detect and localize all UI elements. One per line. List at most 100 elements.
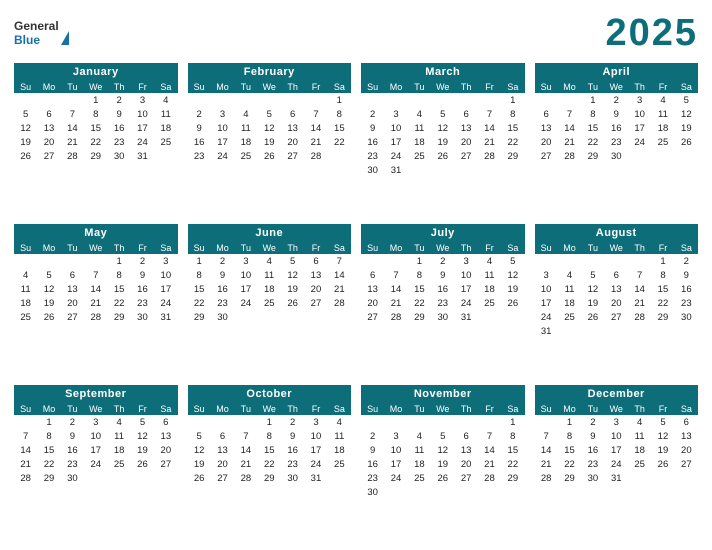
day-cell: 6 bbox=[61, 268, 84, 282]
day-cell: 23 bbox=[361, 149, 384, 163]
day-cell: 4 bbox=[408, 107, 431, 121]
day-of-week-label: Sa bbox=[675, 81, 698, 93]
day-of-week-label: We bbox=[258, 403, 281, 415]
day-headers: SuMoTuWeThFrSa bbox=[361, 242, 525, 254]
month-block-january: JanuarySuMoTuWeThFrSa1234567891011121314… bbox=[14, 63, 178, 216]
day-cell: 19 bbox=[14, 135, 37, 149]
day-cell: 4 bbox=[651, 93, 674, 107]
day-cell: 15 bbox=[581, 121, 604, 135]
empty-cell bbox=[234, 93, 257, 107]
day-cell: 24 bbox=[131, 135, 154, 149]
day-cell: 22 bbox=[37, 457, 60, 471]
day-of-week-label: We bbox=[431, 242, 454, 254]
empty-cell bbox=[188, 415, 211, 429]
day-of-week-label: Mo bbox=[558, 242, 581, 254]
day-cell: 23 bbox=[605, 135, 628, 149]
day-cell: 21 bbox=[384, 296, 407, 310]
empty-cell bbox=[211, 93, 234, 107]
day-of-week-label: Tu bbox=[408, 403, 431, 415]
day-cell: 4 bbox=[14, 268, 37, 282]
days-grid: 1234567891011121314151617181920212223242… bbox=[361, 93, 525, 177]
day-cell: 22 bbox=[408, 296, 431, 310]
day-cell: 2 bbox=[581, 415, 604, 429]
day-of-week-label: Mo bbox=[384, 81, 407, 93]
day-cell: 11 bbox=[408, 121, 431, 135]
day-cell: 17 bbox=[384, 457, 407, 471]
day-cell: 5 bbox=[431, 429, 454, 443]
day-cell: 21 bbox=[14, 457, 37, 471]
day-cell: 25 bbox=[328, 457, 351, 471]
day-cell: 25 bbox=[478, 296, 501, 310]
day-cell: 2 bbox=[61, 415, 84, 429]
days-grid: 1234567891011121314151617181920212223242… bbox=[14, 254, 178, 324]
day-cell: 8 bbox=[328, 107, 351, 121]
day-cell: 22 bbox=[501, 457, 524, 471]
day-cell: 19 bbox=[281, 282, 304, 296]
header: General Blue 2025 bbox=[14, 12, 698, 55]
month-header-october: October bbox=[188, 385, 352, 403]
day-of-week-label: Sa bbox=[675, 242, 698, 254]
day-of-week-label: Tu bbox=[61, 242, 84, 254]
day-cell: 10 bbox=[535, 282, 558, 296]
day-cell: 14 bbox=[328, 268, 351, 282]
empty-cell bbox=[234, 415, 257, 429]
day-cell: 20 bbox=[37, 135, 60, 149]
day-of-week-label: Fr bbox=[131, 403, 154, 415]
day-cell: 26 bbox=[281, 296, 304, 310]
days-grid: 1234567891011121314151617181920212223242… bbox=[361, 415, 525, 499]
day-cell: 18 bbox=[558, 296, 581, 310]
day-of-week-label: Sa bbox=[501, 242, 524, 254]
day-cell: 18 bbox=[328, 443, 351, 457]
day-cell: 31 bbox=[535, 324, 558, 338]
day-headers: SuMoTuWeThFrSa bbox=[14, 81, 178, 93]
day-cell: 20 bbox=[281, 135, 304, 149]
day-cell: 20 bbox=[454, 135, 477, 149]
day-cell: 15 bbox=[408, 282, 431, 296]
day-cell: 19 bbox=[188, 457, 211, 471]
day-cell: 16 bbox=[188, 135, 211, 149]
page: General Blue 2025 JanuarySuMoTuWeThFrSa1… bbox=[0, 0, 712, 550]
day-cell: 27 bbox=[61, 310, 84, 324]
day-cell: 15 bbox=[107, 282, 130, 296]
day-cell: 1 bbox=[188, 254, 211, 268]
day-cell: 11 bbox=[478, 268, 501, 282]
day-cell: 25 bbox=[408, 471, 431, 485]
day-cell: 1 bbox=[107, 254, 130, 268]
empty-cell bbox=[188, 93, 211, 107]
day-cell: 31 bbox=[454, 310, 477, 324]
empty-cell bbox=[384, 254, 407, 268]
day-cell: 12 bbox=[431, 443, 454, 457]
day-cell: 17 bbox=[384, 135, 407, 149]
day-of-week-label: Sa bbox=[675, 403, 698, 415]
empty-cell bbox=[535, 254, 558, 268]
day-cell: 12 bbox=[581, 282, 604, 296]
day-of-week-label: Su bbox=[14, 242, 37, 254]
day-cell: 6 bbox=[281, 107, 304, 121]
day-cell: 17 bbox=[535, 296, 558, 310]
day-cell: 24 bbox=[605, 457, 628, 471]
day-cell: 25 bbox=[154, 135, 177, 149]
day-cell: 30 bbox=[361, 485, 384, 499]
day-cell: 19 bbox=[675, 121, 698, 135]
day-of-week-label: We bbox=[605, 81, 628, 93]
day-cell: 12 bbox=[651, 429, 674, 443]
day-cell: 17 bbox=[304, 443, 327, 457]
empty-cell bbox=[361, 415, 384, 429]
day-headers: SuMoTuWeThFrSa bbox=[188, 242, 352, 254]
day-of-week-label: Th bbox=[454, 242, 477, 254]
day-cell: 16 bbox=[61, 443, 84, 457]
day-cell: 26 bbox=[188, 471, 211, 485]
day-cell: 3 bbox=[304, 415, 327, 429]
day-cell: 13 bbox=[211, 443, 234, 457]
day-of-week-label: Su bbox=[361, 81, 384, 93]
day-cell: 3 bbox=[131, 93, 154, 107]
day-cell: 28 bbox=[234, 471, 257, 485]
day-cell: 23 bbox=[131, 296, 154, 310]
day-cell: 25 bbox=[408, 149, 431, 163]
day-cell: 9 bbox=[61, 429, 84, 443]
day-cell: 14 bbox=[234, 443, 257, 457]
month-header-may: May bbox=[14, 224, 178, 242]
day-cell: 3 bbox=[211, 107, 234, 121]
month-header-april: April bbox=[535, 63, 699, 81]
empty-cell bbox=[605, 254, 628, 268]
